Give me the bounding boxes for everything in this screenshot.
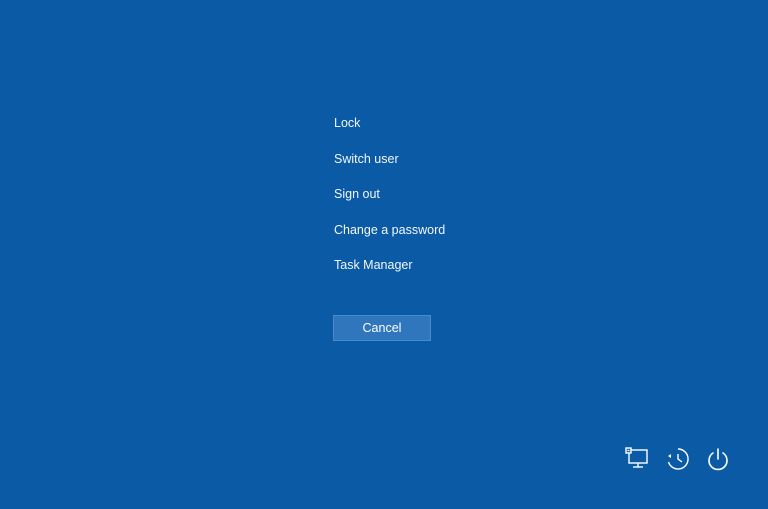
network-icon [625, 447, 648, 468]
system-tray [624, 445, 732, 473]
switch-user-option[interactable]: Switch user [334, 148, 554, 170]
cancel-button[interactable]: Cancel [333, 315, 431, 341]
lock-option[interactable]: Lock [334, 112, 554, 134]
secure-attention-screen: { "menu": { "items": [ {"id": "lock", "l… [0, 0, 768, 509]
ease-of-access-button[interactable] [664, 445, 692, 473]
ease-of-access-icon [667, 448, 689, 470]
network-button[interactable] [624, 445, 652, 473]
change-password-option[interactable]: Change a password [334, 219, 554, 241]
options-menu: Lock Switch user Sign out Change a passw… [334, 112, 554, 290]
task-manager-option[interactable]: Task Manager [334, 254, 554, 276]
power-button[interactable] [704, 445, 732, 473]
sign-out-option[interactable]: Sign out [334, 183, 554, 205]
power-icon [708, 448, 728, 471]
